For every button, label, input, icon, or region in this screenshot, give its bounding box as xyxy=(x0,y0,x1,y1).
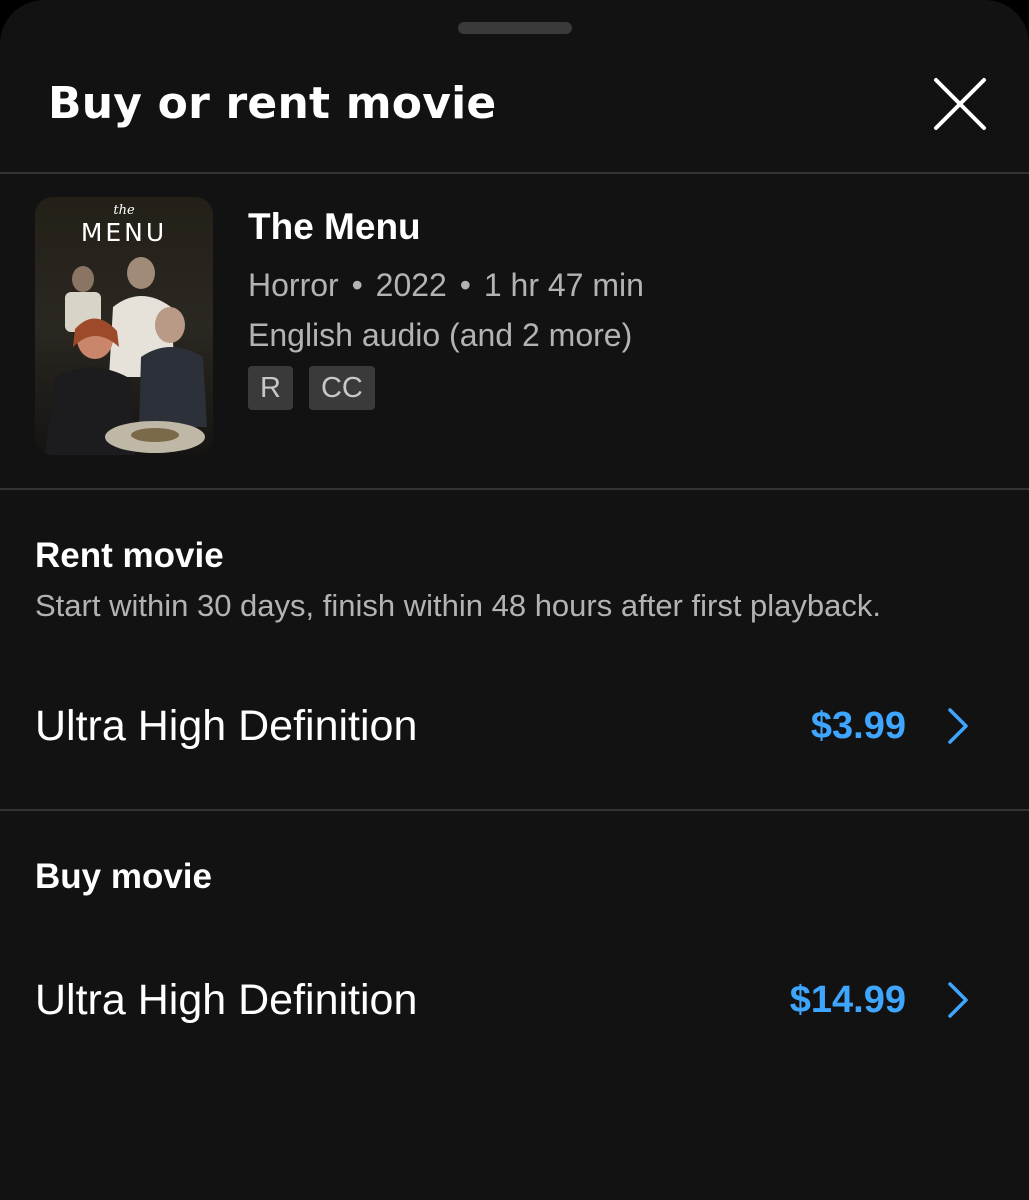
option-label: Ultra High Definition xyxy=(35,702,418,750)
option-price: $3.99 xyxy=(810,705,906,747)
movie-meta: Horror • 2022 • 1 hr 47 min xyxy=(248,260,644,310)
poster-title-small: the xyxy=(113,203,135,218)
rating-badge: R xyxy=(248,366,293,410)
movie-duration: 1 hr 47 min xyxy=(483,267,644,303)
movie-genre: Horror xyxy=(248,267,339,303)
chevron-right-icon xyxy=(944,706,974,746)
close-icon xyxy=(934,78,986,130)
chevron-right-icon xyxy=(944,980,974,1020)
rent-description: Start within 30 days, finish within 48 h… xyxy=(35,588,882,623)
buy-title: Buy movie xyxy=(35,857,212,896)
movie-poster: the MENU xyxy=(35,197,213,455)
movie-year: 2022 xyxy=(375,267,447,303)
option-price: $14.99 xyxy=(789,979,906,1021)
movie-title: The Menu xyxy=(248,206,421,247)
rent-uhd-option[interactable]: Ultra High Definition $3.99 xyxy=(0,678,1029,774)
sheet-title: Buy or rent movie xyxy=(48,78,497,129)
poster-title-big: MENU xyxy=(81,218,167,247)
movie-info: The Menu Horror • 2022 • 1 hr 47 min Eng… xyxy=(248,204,644,410)
buy-uhd-option[interactable]: Ultra High Definition $14.99 xyxy=(0,952,1029,1048)
movie-badges: R CC xyxy=(248,366,644,410)
option-label: Ultra High Definition xyxy=(35,976,418,1024)
close-button[interactable] xyxy=(920,64,1000,144)
movie-audio: English audio (and 2 more) xyxy=(248,317,633,353)
buy-or-rent-sheet: Buy or rent movie the MENU The Menu Horr… xyxy=(0,0,1029,1200)
rent-title: Rent movie xyxy=(35,536,224,575)
rent-section: Rent movie Start within 30 days, finish … xyxy=(0,490,1029,811)
buy-section: Buy movie Ultra High Definition $14.99 xyxy=(0,811,1029,1200)
movie-summary: the MENU The Menu Horror • 2022 • 1 hr 4… xyxy=(0,174,1029,490)
cc-badge: CC xyxy=(308,366,375,410)
sheet-header: Buy or rent movie xyxy=(0,0,1029,174)
meta-separator: • xyxy=(459,267,471,303)
meta-separator: • xyxy=(351,267,363,303)
